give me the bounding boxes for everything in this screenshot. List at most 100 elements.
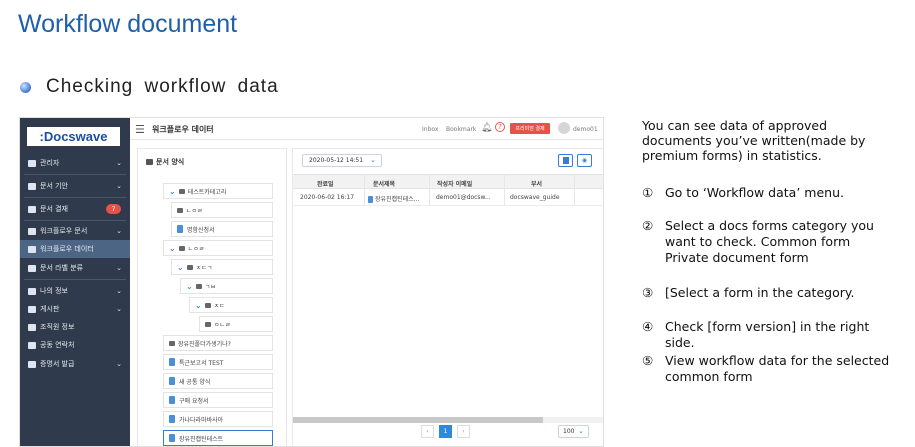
sidebar-item-board[interactable]: 게시판 ⌄ <box>20 300 130 318</box>
tree-node-label: ㄴㅇㄹ <box>187 245 205 253</box>
tree-node-label: 특근보고서 TEST <box>179 359 224 367</box>
tree-node-form[interactable]: 구매 요청서 <box>163 392 273 408</box>
tree-node-form-selected[interactable]: 장유진캡틴테스트 <box>163 430 273 446</box>
help-icon[interactable]: ? <box>495 122 505 132</box>
premium-payment-button[interactable]: 프리미엄 결제 <box>510 123 550 134</box>
menu-icon[interactable]: ☰ <box>135 123 145 136</box>
tree-node-category[interactable]: ⌄ 테스트카테고리 <box>163 183 273 199</box>
document-icon <box>368 196 373 203</box>
bell-icon[interactable]: 🔔︎ <box>481 123 492 133</box>
tree-node-label: 가나다라마바사아 <box>179 416 224 424</box>
tree-node-folder[interactable]: ㄴㅇㄹ <box>171 202 273 218</box>
avatar[interactable] <box>558 122 570 134</box>
intro-text: You can see data of approved documents y… <box>642 118 865 163</box>
excel-export-button[interactable] <box>558 154 573 167</box>
id-card-icon <box>28 287 36 295</box>
form-version-value: 2020-05-12 14:51 <box>309 157 364 164</box>
step-line: side. <box>665 335 695 350</box>
tree-node-form[interactable]: 특근보고서 TEST <box>163 354 273 370</box>
chevron-down-icon: ⌄ <box>116 159 122 167</box>
app-screenshot: :Docswave 관리자 ⌄ 문서 기안 ⌄ 문서 결재 7 워크플로우 문서… <box>19 117 604 447</box>
contact-icon <box>28 341 36 349</box>
divider <box>24 220 126 221</box>
sidebar-item-label: 워크플로우 데이터 <box>40 245 94 253</box>
sidebar-item-admin[interactable]: 관리자 ⌄ <box>20 154 130 172</box>
sidebar-item-label: 증명서 발급 <box>40 360 75 368</box>
sidebar-item-label: 문서 라벨 분류 <box>40 264 84 272</box>
document-icon <box>169 396 175 404</box>
intro-line: documents you’ve written(made by <box>642 133 866 148</box>
tree-node-folder[interactable]: 장유진폴더가생기나? <box>163 335 273 351</box>
tree-node-folder[interactable]: ⌄ ㄱㅂ <box>180 278 273 294</box>
step-4: ④ Check [form version] in the right side… <box>642 319 912 351</box>
sidebar-item-approval[interactable]: 문서 결재 7 <box>20 200 130 218</box>
sidebar-item-draft[interactable]: 문서 기안 ⌄ <box>20 177 130 195</box>
sidebar-item-labels[interactable]: 문서 라벨 분류 ⌄ <box>20 259 130 277</box>
step-line: Private document form <box>665 250 809 265</box>
tree-node-folder[interactable]: ⌄ ㄴㅇㄹ <box>163 240 273 256</box>
prev-page-button[interactable]: ‹ <box>421 425 434 438</box>
sidebar-item-label: 문서 기안 <box>40 182 68 190</box>
cell-date: 2020-06-02 16:17 <box>300 194 355 201</box>
chevron-down-icon: ⌄ <box>116 227 122 235</box>
intro-line: You can see data of approved <box>642 118 828 133</box>
tree-node-label: 장유진캡틴테스트 <box>179 435 224 443</box>
tree-node-label: ㄱㅂ <box>204 283 216 291</box>
tree-node-folder[interactable]: ㅇㄴㄹ <box>199 316 273 332</box>
document-icon <box>177 225 183 233</box>
next-page-button[interactable]: › <box>457 425 470 438</box>
user-name[interactable]: demo01 <box>573 126 598 133</box>
tree-node-form[interactable]: 가나다라마바사아 <box>163 411 273 427</box>
column-header[interactable]: 작성자 이메일 <box>437 179 472 188</box>
page-size-value: 100 <box>563 428 575 435</box>
folder-icon <box>178 188 185 194</box>
tree-node-folder[interactable]: ⌄ ㅈㄷ <box>189 297 273 313</box>
table-row[interactable]: 2020-06-02 16:17 장유진캡틴테스... demo01@docsw… <box>293 189 603 206</box>
sidebar-item-label: 문서 결재 <box>40 205 68 213</box>
divider <box>24 279 126 280</box>
horizontal-scrollbar[interactable] <box>293 417 603 423</box>
step-number: ⑤ <box>642 353 654 368</box>
document-icon <box>169 358 175 366</box>
sidebar-item-label: 관리자 <box>40 159 60 167</box>
inbox-link[interactable]: Inbox <box>422 126 438 133</box>
document-icon <box>169 434 175 442</box>
cell-title[interactable]: 장유진캡틴테스... <box>368 194 419 203</box>
column-header[interactable]: 문서제목 <box>373 179 395 188</box>
bookmark-link[interactable]: Bookmark <box>446 126 476 133</box>
tree-node-label: ㅈㄷ <box>213 302 225 310</box>
chevron-down-icon: ⌄ <box>169 243 176 253</box>
sidebar-item-contacts[interactable]: 공동 연락처 <box>20 336 130 354</box>
page-1-button[interactable]: 1 <box>439 425 452 438</box>
view-button[interactable]: ◉ <box>577 154 592 167</box>
folder-icon <box>205 321 211 327</box>
docswave-logo[interactable]: :Docswave <box>27 127 120 146</box>
page-size-select[interactable]: 100 ⌄ <box>558 425 589 438</box>
sidebar-item-label: 조직원 정보 <box>40 323 75 331</box>
tree-node-label: 구매 요청서 <box>179 397 209 405</box>
tree-node-form[interactable]: 새 공통 양식 <box>163 373 273 389</box>
subtitle: Checking workflow data <box>46 76 279 97</box>
sidebar-item-certificate[interactable]: 증명서 발급 ⌄ <box>20 355 130 373</box>
folder-icon <box>177 207 183 213</box>
step-number: ③ <box>642 285 654 300</box>
cell-email: demo01@docsw... <box>436 194 491 201</box>
sidebar-item-workflow-docs[interactable]: 워크플로우 문서 ⌄ <box>20 222 130 240</box>
document-icon <box>28 227 36 235</box>
sidebar-item-workflow-data[interactable]: 워크플로우 데이터 <box>20 240 130 258</box>
tree-node-form[interactable]: 명함신청서 <box>171 221 273 237</box>
sidebar-item-members[interactable]: 조직원 정보 <box>20 318 130 336</box>
scrollbar-thumb[interactable] <box>293 417 543 423</box>
folder-icon <box>195 283 202 289</box>
document-icon <box>169 377 175 385</box>
tree-title-label: 문서 양식 <box>156 158 185 166</box>
form-version-select[interactable]: 2020-05-12 14:51 ⌄ <box>302 154 382 167</box>
workflow-data-panel: 2020-05-12 14:51 ⌄ ◉ 완료일 문서제목 작성자 이메일 부서… <box>292 148 603 446</box>
tree-node-label: ㅈㄷㄱ <box>195 264 213 272</box>
tree-node-folder[interactable]: ⌄ ㅈㄷㄱ <box>171 259 273 275</box>
column-header[interactable]: 완료일 <box>317 179 334 188</box>
step-number: ② <box>642 218 654 233</box>
sidebar-item-my-info[interactable]: 나의 정보 ⌄ <box>20 282 130 300</box>
column-header[interactable]: 부서 <box>531 179 542 188</box>
step-number: ① <box>642 185 654 200</box>
